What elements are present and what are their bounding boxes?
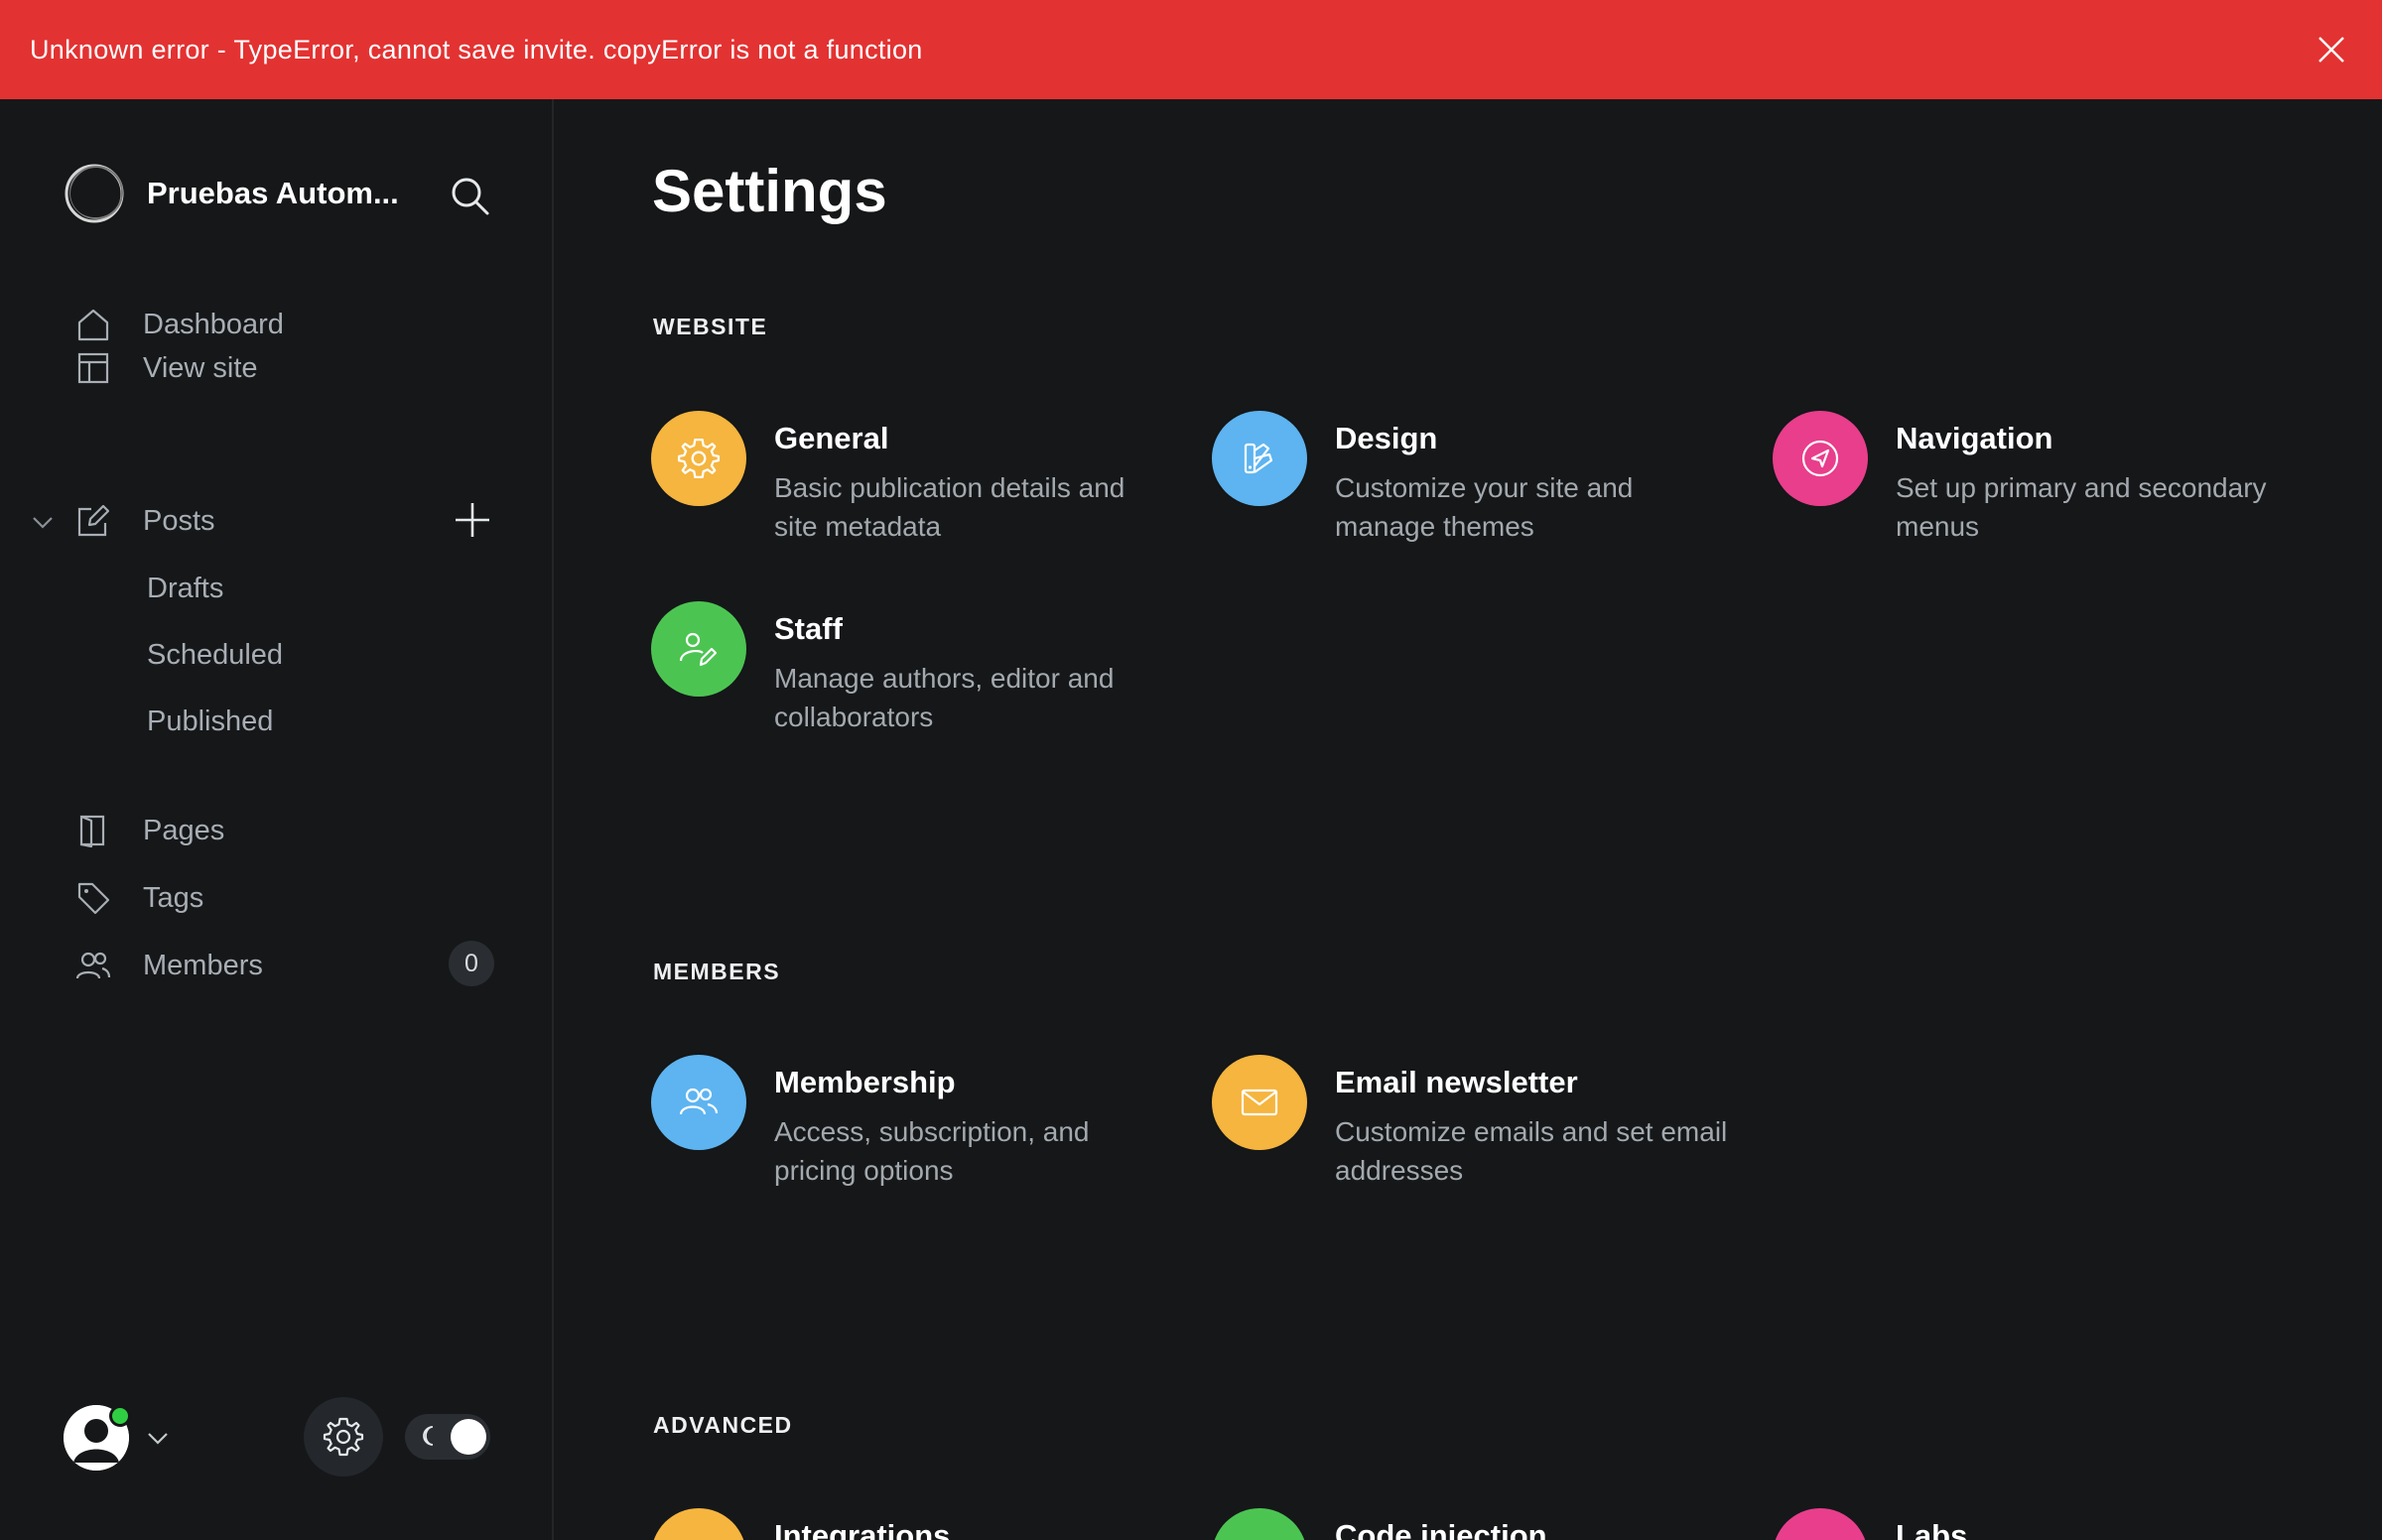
- chevron-down-icon[interactable]: [145, 1425, 171, 1451]
- pages-icon: [75, 813, 111, 848]
- online-status-dot: [109, 1405, 131, 1427]
- sidebar-item-label: Pages: [143, 814, 225, 846]
- card-title: General: [774, 421, 889, 455]
- site-name: Pruebas Autom...: [147, 176, 399, 210]
- tag-icon: [75, 880, 111, 916]
- card-title: Code injection: [1335, 1518, 1547, 1540]
- sidebar-item-label: Tags: [143, 881, 204, 914]
- settings-card-labs[interactable]: Labs: [1773, 1508, 2309, 1540]
- settings-card-staff[interactable]: Staff Manage authors, editor and collabo…: [651, 601, 1187, 736]
- sidebar-item-label: Dashboard: [143, 308, 284, 340]
- edit-icon: [75, 503, 111, 539]
- section-label-website: WEBSITE: [653, 314, 768, 339]
- card-title: Labs: [1896, 1518, 1968, 1540]
- card-title: Design: [1335, 421, 1438, 455]
- sidebar-item-label: View site: [143, 351, 258, 384]
- sidebar-item-posts[interactable]: Posts: [75, 498, 215, 544]
- main-content: Settings WEBSITE General Basic publicati…: [556, 99, 2382, 1540]
- card-title: Integrations: [774, 1518, 951, 1540]
- settings-card-membership[interactable]: Membership Access, subscription, and pri…: [651, 1055, 1187, 1190]
- card-title: Membership: [774, 1065, 956, 1099]
- card-description: Basic publication details and site metad…: [774, 472, 1125, 542]
- dark-mode-toggle[interactable]: [405, 1414, 490, 1460]
- sidebar-item-published[interactable]: Published: [147, 700, 273, 743]
- sidebar-item-view-site[interactable]: View site: [75, 345, 258, 391]
- card-description: Manage authors, editor and collaborators: [774, 663, 1115, 732]
- settings-card-general[interactable]: General Basic publication details and si…: [651, 411, 1187, 546]
- search-icon[interactable]: [449, 175, 490, 216]
- settings-card-code-injection[interactable]: Code injection: [1212, 1508, 1748, 1540]
- sidebar-item-dashboard[interactable]: Dashboard: [75, 302, 284, 347]
- settings-card-email-newsletter[interactable]: Email newsletter Customize emails and se…: [1212, 1055, 1748, 1190]
- sidebar-item-label: Members: [143, 949, 263, 981]
- sidebar-item-drafts[interactable]: Drafts: [147, 567, 223, 610]
- compass-icon: [1773, 411, 1868, 506]
- user-edit-icon: [651, 601, 746, 697]
- sidebar-item-label: Posts: [143, 504, 215, 537]
- site-brand[interactable]: Pruebas Autom...: [64, 163, 399, 224]
- gear-icon: [651, 411, 746, 506]
- site-logo-icon: [65, 164, 124, 223]
- settings-card-integrations[interactable]: Integrations: [651, 1508, 1187, 1540]
- code-icon: [1212, 1508, 1307, 1540]
- labs-icon: [1773, 1508, 1868, 1540]
- envelope-icon: [1212, 1055, 1307, 1150]
- sidebar: Pruebas Autom... Dashboard View site Pos…: [0, 99, 554, 1540]
- card-description: Set up primary and secondary menus: [1896, 472, 2267, 542]
- error-message: Unknown error - TypeError, cannot save i…: [30, 34, 923, 64]
- close-icon[interactable]: [2315, 33, 2348, 66]
- card-description: Access, subscription, and pricing option…: [774, 1116, 1090, 1186]
- toggle-knob: [451, 1419, 486, 1455]
- settings-button[interactable]: [304, 1397, 383, 1476]
- page-title: Settings: [652, 158, 887, 224]
- integrations-icon: [651, 1508, 746, 1540]
- sidebar-item-tags[interactable]: Tags: [75, 875, 203, 921]
- users-icon: [75, 948, 111, 983]
- moon-icon: [423, 1426, 434, 1446]
- sidebar-item-pages[interactable]: Pages: [75, 808, 224, 853]
- error-banner: Unknown error - TypeError, cannot save i…: [0, 0, 2382, 99]
- sidebar-item-members[interactable]: Members: [75, 943, 263, 988]
- section-label-advanced: ADVANCED: [653, 1412, 793, 1438]
- layout-icon: [75, 350, 111, 386]
- card-description: Customize your site and manage themes: [1335, 472, 1634, 542]
- settings-card-design[interactable]: Design Customize your site and manage th…: [1212, 411, 1748, 546]
- users-icon: [651, 1055, 746, 1150]
- sidebar-item-scheduled[interactable]: Scheduled: [147, 633, 283, 677]
- card-title: Navigation: [1896, 421, 2053, 455]
- card-title: Email newsletter: [1335, 1065, 1578, 1099]
- plus-icon[interactable]: [453, 500, 492, 540]
- settings-card-navigation[interactable]: Navigation Set up primary and secondary …: [1773, 411, 2309, 546]
- section-label-members: MEMBERS: [653, 959, 781, 984]
- home-icon: [75, 307, 111, 342]
- gear-icon: [323, 1417, 364, 1457]
- palette-icon: [1212, 411, 1307, 506]
- card-description: Customize emails and set email addresses: [1335, 1116, 1728, 1186]
- chevron-down-icon[interactable]: [30, 509, 56, 535]
- card-title: Staff: [774, 611, 843, 646]
- members-count-badge: 0: [449, 941, 494, 986]
